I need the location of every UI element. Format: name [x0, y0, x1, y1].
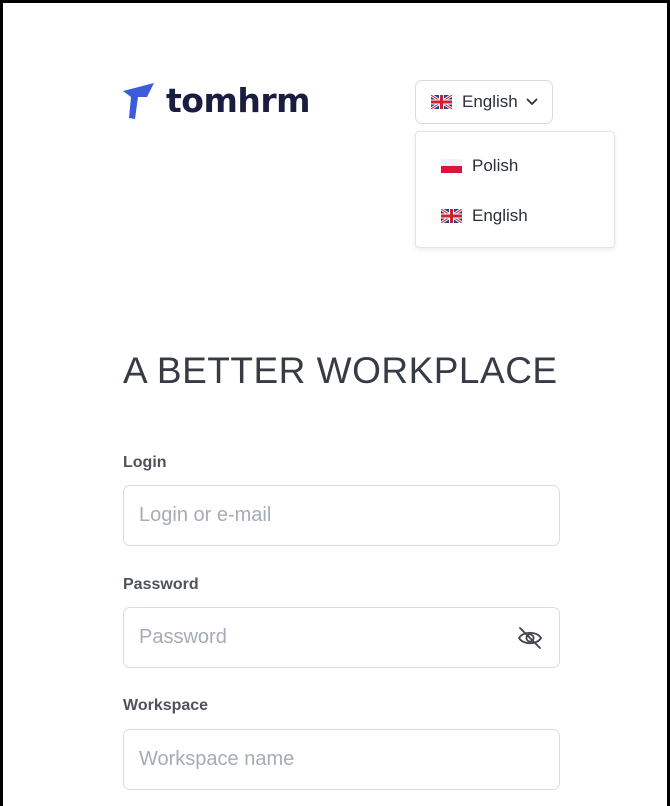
chevron-down-icon: [526, 98, 538, 105]
uk-flag-icon: [441, 209, 462, 223]
language-option-polish[interactable]: Polish: [416, 144, 614, 188]
tomhrm-logo-icon: [123, 83, 154, 119]
password-input[interactable]: [123, 607, 560, 668]
eye-off-icon[interactable]: [517, 626, 543, 650]
workspace-input[interactable]: [123, 729, 560, 790]
language-dropdown-menu: Polish English: [415, 131, 615, 248]
brand-logo: tomhrm: [121, 81, 311, 121]
login-input[interactable]: [123, 485, 560, 546]
uk-flag-icon: [431, 95, 452, 109]
brand-name: tomhrm: [166, 81, 311, 120]
password-label: Password: [123, 576, 199, 593]
language-option-english[interactable]: English: [416, 194, 614, 238]
page-headline: A BETTER WORKPLACE: [123, 350, 558, 391]
login-page: tomhrm English Polish English A BETTER W…: [0, 0, 670, 806]
poland-flag-icon: [441, 159, 462, 173]
login-label: Login: [123, 454, 167, 471]
language-option-label: English: [472, 206, 528, 225]
language-selector-button[interactable]: English: [415, 80, 553, 124]
language-option-label: Polish: [472, 156, 519, 175]
selected-language-label: English: [462, 92, 518, 111]
workspace-label: Workspace: [123, 697, 209, 714]
